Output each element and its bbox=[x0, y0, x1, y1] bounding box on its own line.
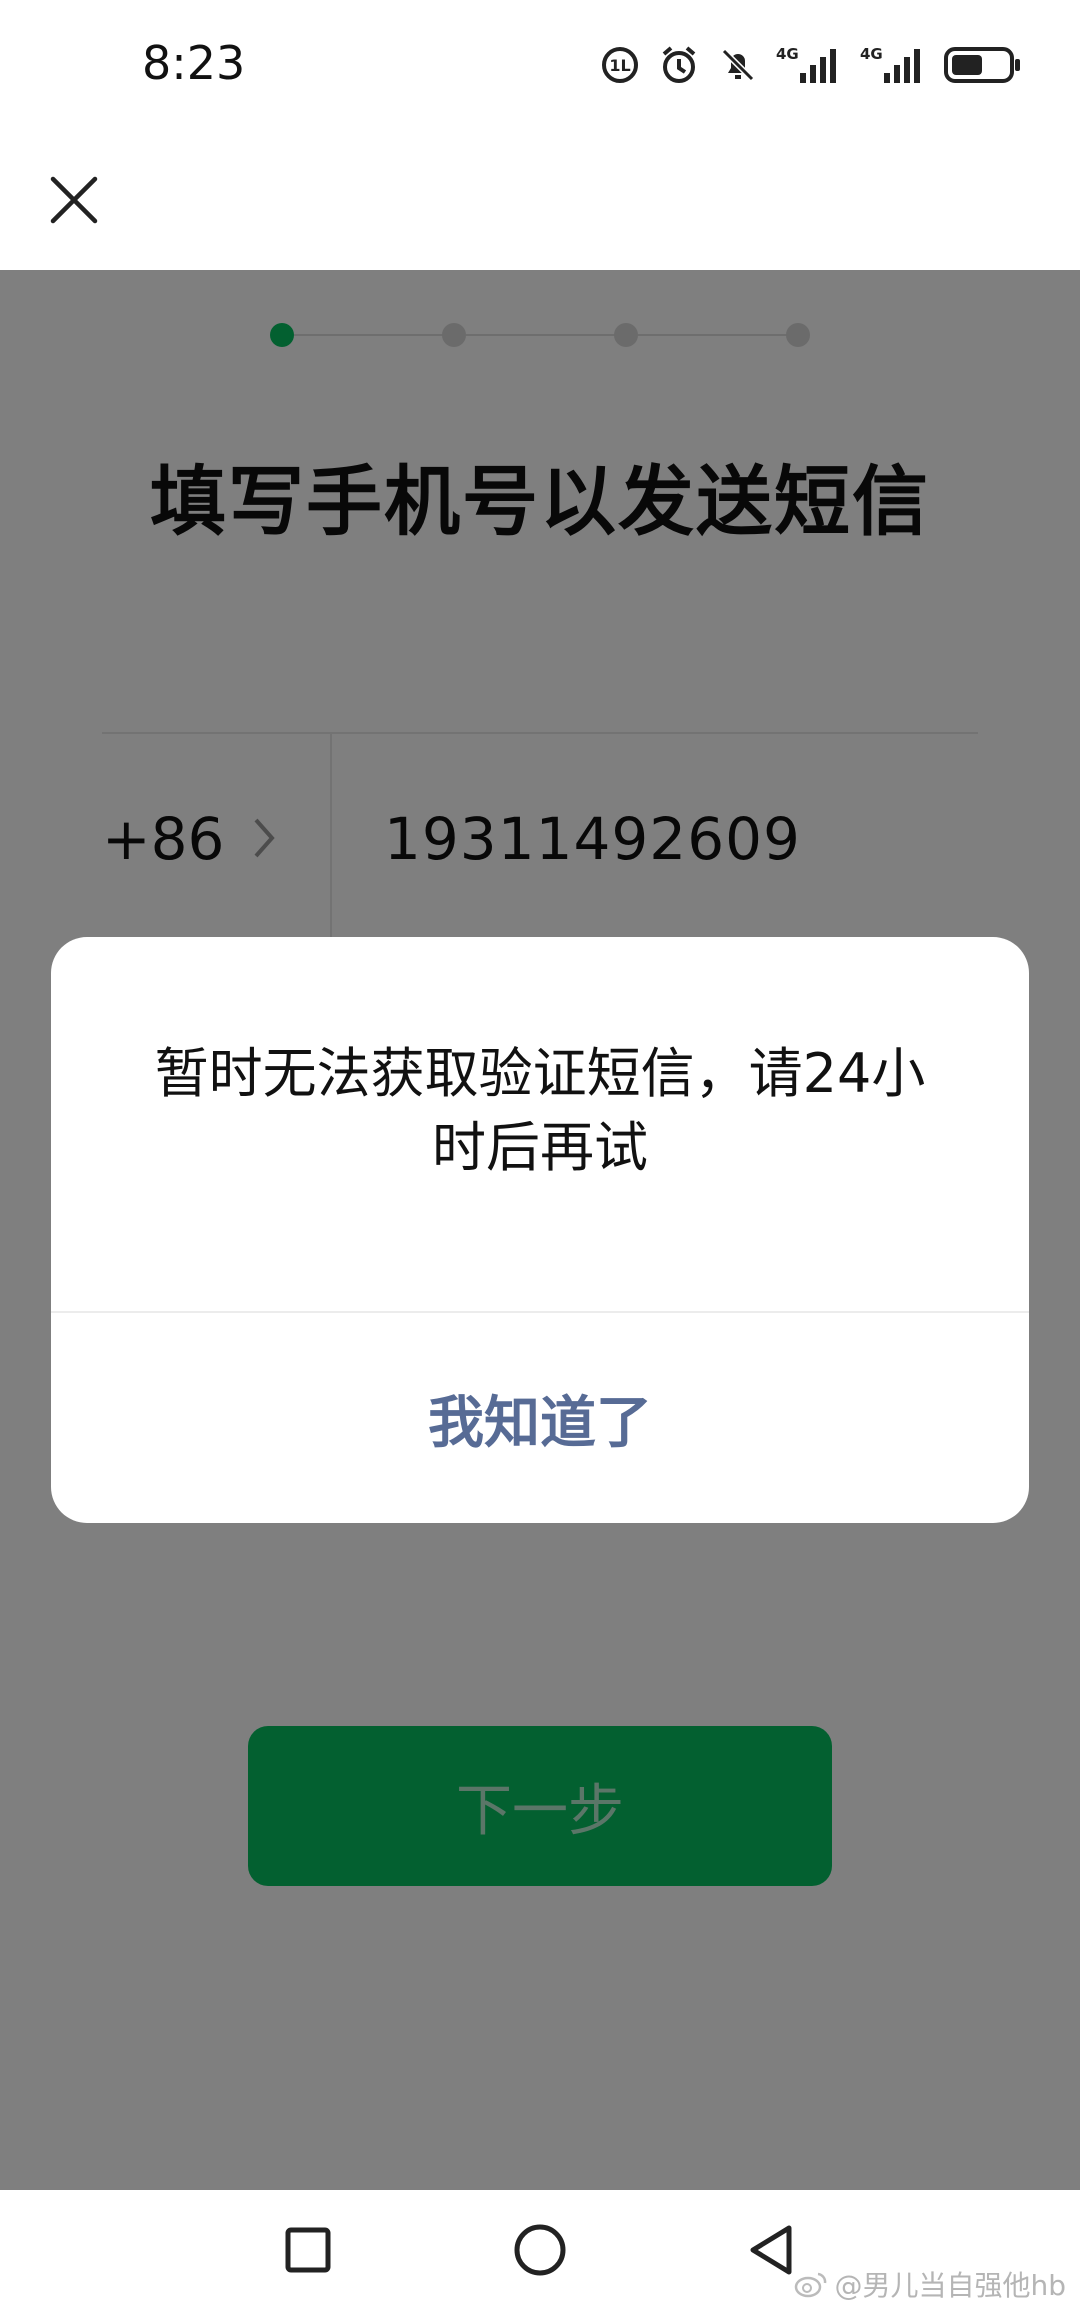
mute-bell-icon bbox=[718, 45, 758, 85]
square-icon bbox=[285, 2227, 331, 2273]
back-button[interactable] bbox=[742, 2220, 802, 2280]
network-type-label-1: 4G bbox=[776, 45, 799, 63]
alarm-icon bbox=[658, 44, 700, 86]
svg-text:1L: 1L bbox=[609, 56, 630, 75]
signal-1-group: 4G bbox=[776, 43, 842, 87]
dialog-confirm-button[interactable]: 我知道了 bbox=[51, 1313, 1029, 1523]
system-nav-bar: @男儿当自强他hb bbox=[0, 2190, 1080, 2310]
triangle-back-icon bbox=[750, 2225, 792, 2275]
dialog-message: 暂时无法获取验证短信，请24小时后再试 bbox=[154, 1042, 926, 1179]
network-type-label-2: 4G bbox=[860, 45, 883, 63]
home-button[interactable] bbox=[510, 2220, 570, 2280]
top-bar bbox=[0, 130, 1080, 270]
status-bar: 8:23 1L 4G 4G bbox=[0, 0, 1080, 130]
close-button[interactable] bbox=[36, 162, 112, 238]
data-saver-icon: 1L bbox=[600, 45, 640, 85]
close-icon bbox=[50, 176, 98, 224]
status-icons: 1L 4G 4G bbox=[600, 40, 1022, 90]
circle-icon bbox=[514, 2224, 566, 2276]
watermark: @男儿当自强他hb bbox=[794, 2264, 1066, 2304]
battery-icon bbox=[944, 45, 1022, 85]
signal-2-group: 4G bbox=[860, 43, 926, 87]
alert-dialog: 暂时无法获取验证短信，请24小时后再试 我知道了 bbox=[51, 937, 1029, 1523]
watermark-text: @男儿当自强他hb bbox=[834, 2269, 1066, 2302]
status-time: 8:23 bbox=[142, 36, 246, 90]
recent-apps-button[interactable] bbox=[278, 2220, 338, 2280]
weibo-logo-icon bbox=[795, 2272, 827, 2298]
